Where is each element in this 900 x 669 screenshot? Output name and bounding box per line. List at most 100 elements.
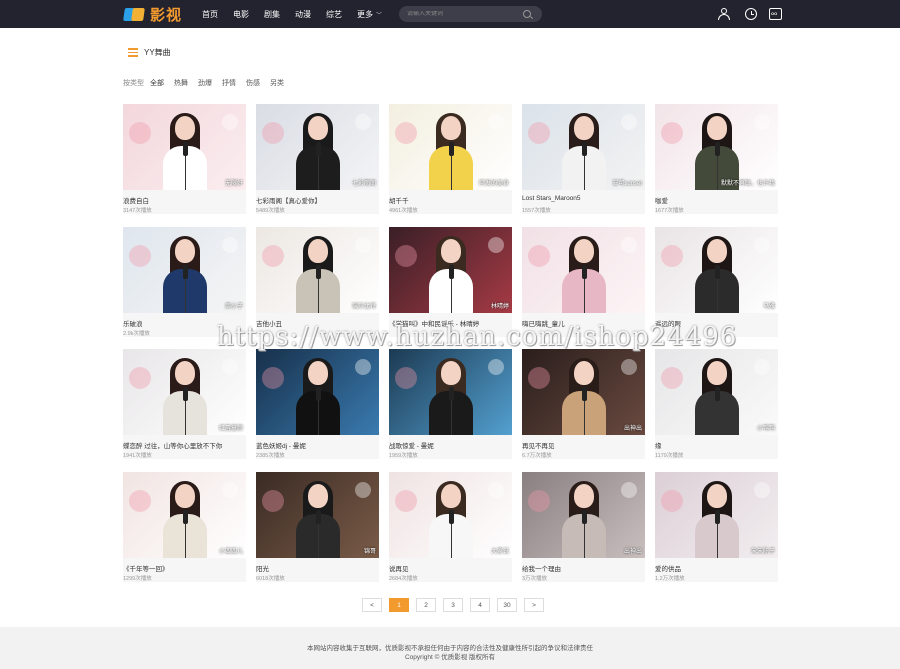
video-card[interactable]: 安可sunset Lost Stars_Maroon5 1557次播放 — [522, 104, 645, 214]
video-thumbnail[interactable]: 默默不再联，也许我 — [655, 104, 778, 190]
video-title[interactable]: 咖爱 — [655, 195, 778, 205]
video-title[interactable]: Lost Stars_Maroon5 — [522, 195, 645, 202]
video-title[interactable]: 蓝色妖姬dj - 曼妮 — [256, 440, 379, 450]
streamer-figure — [296, 480, 340, 558]
video-title[interactable]: 给我一个理由 — [522, 563, 645, 573]
page-button[interactable]: 4 — [470, 598, 490, 612]
nav-series[interactable]: 剧集 — [264, 9, 280, 20]
clock-icon[interactable] — [745, 8, 757, 20]
video-title[interactable]: 爱的供品 — [655, 563, 778, 573]
video-view-count: 1299次播放 — [123, 575, 152, 582]
video-view-count: 1959次播放 — [389, 453, 418, 459]
video-title[interactable]: 浪费自白 — [123, 195, 246, 205]
video-thumbnail[interactable]: 林晴婷 — [389, 226, 512, 313]
video-thumbnail[interactable]: 安可sunset — [522, 104, 645, 190]
prev-page-button[interactable]: < — [362, 598, 382, 612]
video-card[interactable]: 林晴婷 《学猫叫》中和民谣乐 - 林晴婷 — [389, 226, 512, 337]
main-nav: 首页 电影 剧集 动漫 综艺 更多 ﹀ — [202, 0, 397, 28]
tv-icon[interactable]: OO — [769, 8, 782, 20]
top-navigation-bar: 影视 首页 电影 剧集 动漫 综艺 更多﹀ OO — [0, 0, 900, 28]
video-thumbnail[interactable] — [522, 226, 645, 313]
video-card[interactable]: 朱朱陈子 爱的供品 1.2万次播放 — [655, 471, 778, 582]
video-thumbnail[interactable]: 七彩雨阁 — [256, 104, 379, 190]
type-filter: 按类型 全部 热舞 劲爆 抒情 伤感 另类 — [123, 78, 294, 88]
video-card[interactable]: 瑞尔比特 吉他小丑 — [256, 226, 379, 337]
video-title[interactable]: 战歌惊爱 - 曼妮 — [389, 440, 512, 450]
thumbnail-caption: 朱朱陈子 — [750, 548, 775, 555]
filter-option[interactable]: 另类 — [270, 78, 284, 88]
video-card[interactable]: 小四四儿《千年等一回》 1299次播放 — [123, 471, 246, 582]
video-view-count: 2684次播放 — [389, 575, 418, 582]
logo-text: 影视 — [150, 6, 183, 24]
video-title[interactable]: 阳光 — [256, 563, 379, 573]
next-page-button[interactable]: > — [524, 598, 544, 612]
video-card[interactable]: 小鸭鸭缘 1179次播放 — [655, 349, 778, 459]
streamer-figure — [695, 480, 739, 558]
thumbnail-caption: 小四四儿 — [218, 548, 243, 555]
video-thumbnail[interactable] — [256, 349, 379, 435]
video-title[interactable]: 再见不再见 — [522, 440, 645, 450]
nav-more[interactable]: 更多 ﹀ — [357, 9, 382, 20]
nav-variety[interactable]: 综艺 — [326, 9, 342, 20]
video-card[interactable]: 大家说说再见 2684次播放 — [389, 471, 512, 582]
video-card[interactable]: 出神出再见不再见 6.7万次播放 — [522, 349, 645, 459]
video-thumbnail[interactable]: 红唇童颜 — [123, 349, 246, 435]
video-thumbnail[interactable] — [389, 349, 512, 435]
video-card[interactable]: 嗨已嗨跳_童儿 — [522, 226, 645, 337]
video-card[interactable]: 战歌惊爱 - 曼妮 1959次播放 — [389, 349, 512, 459]
video-thumbnail[interactable]: 无限好 — [123, 104, 246, 190]
user-icon[interactable] — [718, 8, 730, 20]
video-thumbnail[interactable]: 周小子 — [123, 226, 246, 313]
video-view-count: 6.7万次播放 — [522, 453, 552, 459]
video-thumbnail[interactable]: 出神出 — [522, 471, 645, 558]
nav-movies[interactable]: 电影 — [233, 9, 249, 20]
site-logo[interactable]: 影视 — [123, 5, 183, 24]
filter-option[interactable]: 劲爆 — [198, 78, 212, 88]
filter-option[interactable]: 热舞 — [174, 78, 188, 88]
page-button[interactable]: 1 — [389, 598, 409, 612]
page-button[interactable]: 2 — [416, 598, 436, 612]
filter-option[interactable]: 伤感 — [246, 78, 260, 88]
video-thumbnail[interactable]: 小鸭鸭 — [655, 349, 778, 435]
video-title[interactable]: 蝶恋醉 过往，山等你心里放不下你 — [123, 440, 246, 450]
thumbnail-caption: 阿发的美食 — [478, 181, 509, 187]
nav-anime[interactable]: 动漫 — [295, 9, 311, 20]
video-card[interactable]: 周小子 乐破浪 2.9k次播放 — [123, 226, 246, 337]
video-card[interactable]: 蓝色妖姬dj - 曼妮 2385次播放 — [256, 349, 379, 459]
video-thumbnail[interactable]: 朱朱陈子 — [655, 471, 778, 558]
video-card[interactable]: 马雅 遥远的眼 — [655, 226, 778, 337]
video-card[interactable]: 阿发的美食 胡千千 4961次播放 — [389, 104, 512, 214]
video-title[interactable]: 胡千千 — [389, 195, 512, 205]
page-button[interactable]: 3 — [443, 598, 463, 612]
streamer-figure — [695, 235, 739, 313]
search-input[interactable] — [407, 11, 523, 17]
page-button[interactable]: 30 — [497, 598, 517, 612]
video-thumbnail[interactable]: 锦哥 — [256, 471, 379, 558]
video-title[interactable]: 缘 — [655, 440, 778, 450]
streamer-figure — [562, 235, 606, 313]
search-icon[interactable] — [523, 10, 531, 18]
video-card[interactable]: 红唇童颜 蝶恋醉 过往，山等你心里放不下你 1941次播放 — [123, 349, 246, 459]
streamer-figure — [163, 480, 207, 558]
streamer-figure — [429, 480, 473, 558]
streamer-figure — [296, 113, 340, 190]
video-thumbnail[interactable]: 出神出 — [522, 349, 645, 435]
video-thumbnail[interactable]: 小四四儿 — [123, 471, 246, 558]
video-title[interactable]: 说再见 — [389, 563, 512, 573]
video-card[interactable]: 无限好 浪费自白 3147次播放 — [123, 104, 246, 214]
video-title[interactable]: 《千年等一回》 — [123, 563, 246, 573]
video-card[interactable]: 出神出 给我一个理由 3万次播放 — [522, 471, 645, 582]
video-card[interactable]: 默默不再联，也许我 咖爱 1677次播放 — [655, 104, 778, 214]
watermark-text: https://www.huzhan.com/ishop24496 — [217, 322, 738, 352]
video-card[interactable]: 锦哥 阳光 6018次播放 — [256, 471, 379, 582]
filter-option[interactable]: 抒情 — [222, 78, 236, 88]
video-thumbnail[interactable]: 马雅 — [655, 226, 778, 313]
video-thumbnail[interactable]: 瑞尔比特 — [256, 226, 379, 313]
video-thumbnail[interactable]: 阿发的美食 — [389, 104, 512, 190]
nav-home[interactable]: 首页 — [202, 9, 218, 20]
filter-option[interactable]: 全部 — [150, 78, 164, 88]
thumbnail-caption: 七彩雨阁 — [351, 181, 376, 187]
video-thumbnail[interactable]: 大家说 — [389, 471, 512, 558]
video-card[interactable]: 七彩雨阁 七彩雨阁【真心爱你】 5489次播放 — [256, 104, 379, 214]
video-title[interactable]: 七彩雨阁【真心爱你】 — [256, 195, 379, 205]
